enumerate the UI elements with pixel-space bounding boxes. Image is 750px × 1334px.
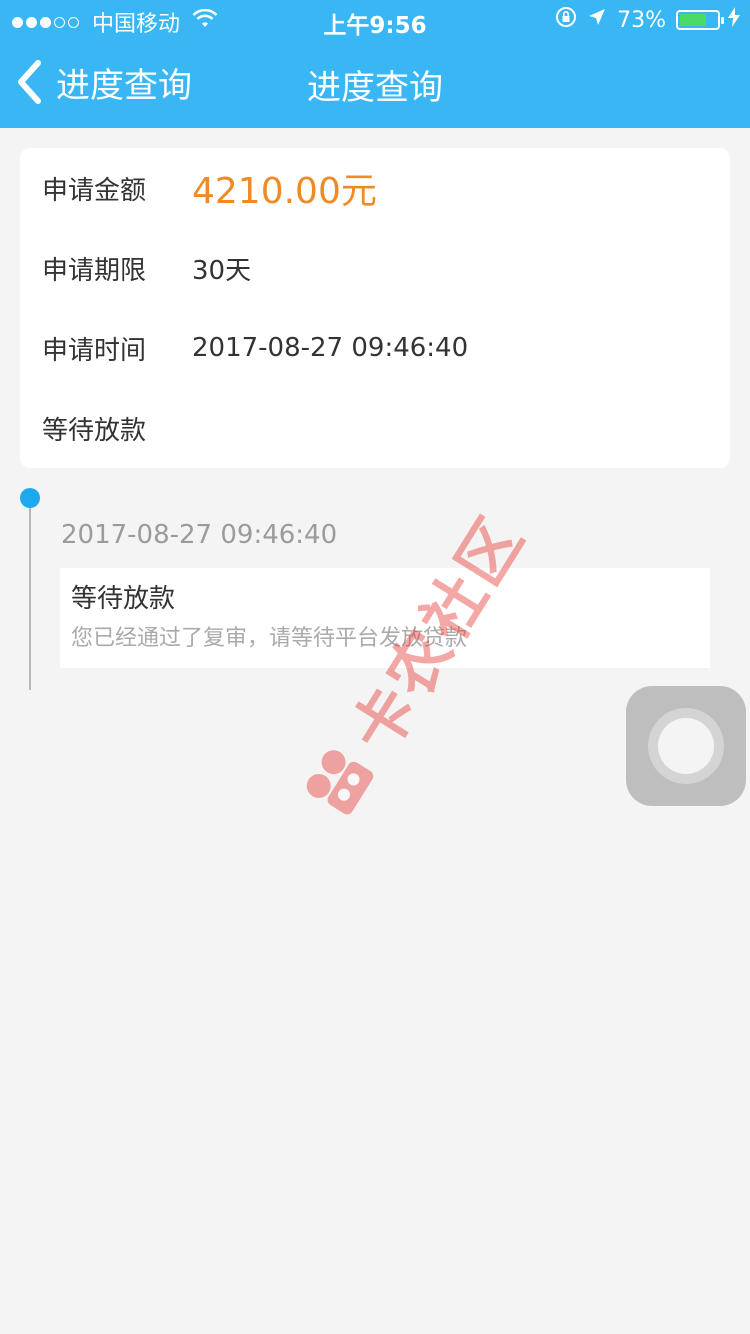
battery-icon (676, 10, 724, 30)
term-label: 申请期限 (42, 255, 147, 286)
page-title: 进度查询 (307, 68, 443, 108)
timeline-line (29, 504, 31, 690)
time-label: 申请时间 (42, 335, 147, 366)
location-icon (587, 7, 607, 33)
status-row: 等待放款 (42, 398, 146, 458)
assistive-touch-button[interactable] (626, 686, 746, 806)
amount-label: 申请金额 (42, 175, 147, 206)
timeline-time: 2017-08-27 09:46:40 (61, 520, 338, 550)
charging-icon (728, 7, 740, 33)
application-status: 等待放款 (42, 415, 147, 446)
orientation-lock-icon (555, 6, 577, 34)
term-value: 30天 (192, 255, 252, 286)
app-header: 中国移动 上午9:56 73% 进度查询 进度查询 (0, 0, 750, 128)
battery-percent: 73% (617, 7, 666, 33)
application-info-card: 申请金额 4210.00元 申请期限 30天 申请时间 2017-08-27 0… (20, 148, 730, 468)
term-row: 申请期限 30天 (42, 238, 251, 298)
time-value: 2017-08-27 09:46:40 (192, 333, 469, 363)
status-bar: 中国移动 上午9:56 73% (0, 0, 750, 40)
nav-bar: 进度查询 进度查询 (0, 40, 750, 128)
time-row: 申请时间 2017-08-27 09:46:40 (42, 318, 468, 378)
amount-row: 申请金额 4210.00元 (42, 158, 377, 218)
amount-value: 4210.00元 (192, 171, 377, 212)
timeline-item-title: 等待放款 (71, 584, 176, 614)
timeline-dot (20, 488, 40, 508)
